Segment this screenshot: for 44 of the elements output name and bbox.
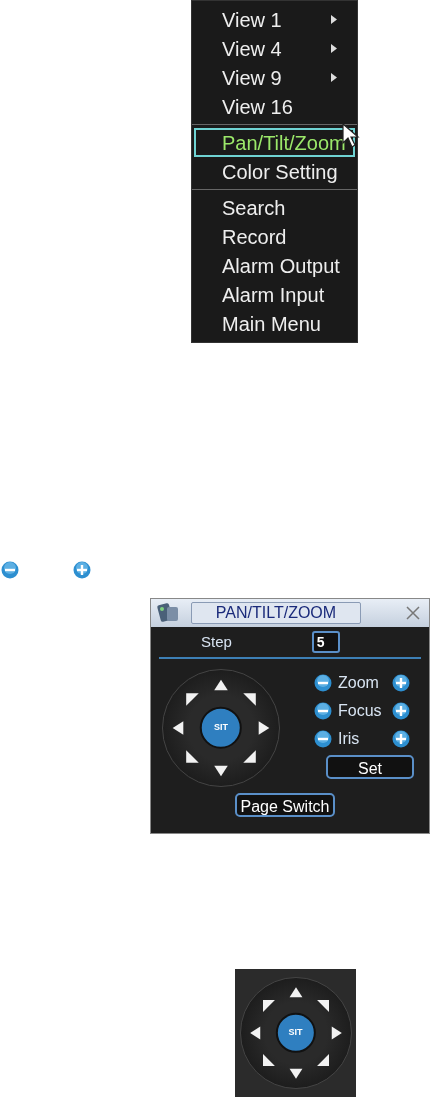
menu-item[interactable]: Color Setting <box>194 157 355 186</box>
diagonal-arrow-icon[interactable] <box>186 693 199 706</box>
right-arrow-icon[interactable] <box>258 721 270 735</box>
minus-icon[interactable] <box>314 730 332 748</box>
diagonal-arrow-icon[interactable] <box>316 1054 329 1066</box>
up-arrow-icon[interactable] <box>289 987 302 998</box>
diagonal-arrow-icon[interactable] <box>186 750 199 763</box>
menu-item[interactable]: Search <box>194 193 355 222</box>
plus-icon[interactable] <box>392 674 410 692</box>
minus-icon[interactable] <box>314 674 332 692</box>
diagonal-arrow-icon[interactable] <box>316 1000 329 1012</box>
step-label: Step <box>201 631 232 652</box>
plus-icon[interactable] <box>392 702 410 720</box>
menu-item[interactable]: Main Menu <box>194 309 355 338</box>
menu-item[interactable]: Record <box>194 222 355 251</box>
menu-item[interactable]: Pan/Tilt/Zoom <box>194 128 355 157</box>
center-button[interactable]: SIT <box>199 706 243 750</box>
adjustment-label: Focus <box>337 701 383 721</box>
step-field[interactable]: 5 <box>311 631 340 653</box>
menu-item[interactable]: Alarm Output <box>194 251 355 280</box>
minus-icon[interactable] <box>314 702 332 720</box>
adjustment-label: Iris <box>337 729 361 749</box>
right-arrow-icon[interactable] <box>331 1026 342 1040</box>
menu-item[interactable]: View 1 <box>194 5 355 34</box>
center-button[interactable]: SIT <box>275 1012 316 1054</box>
menu-item[interactable]: View 16 <box>194 92 355 121</box>
menu-item[interactable]: View 4 <box>194 34 355 63</box>
close-icon[interactable] <box>405 605 421 621</box>
menu-item[interactable]: View 9 <box>194 63 355 92</box>
left-arrow-icon[interactable] <box>249 1026 260 1040</box>
diagonal-arrow-icon[interactable] <box>243 750 256 763</box>
set-button[interactable]: Set <box>326 755 414 779</box>
dialog-title: PAN/TILT/ZOOM <box>191 602 361 624</box>
left-arrow-icon[interactable] <box>172 721 184 735</box>
down-arrow-icon[interactable] <box>289 1068 302 1079</box>
diagonal-arrow-icon[interactable] <box>262 1000 275 1012</box>
page-switch-button[interactable]: Page Switch <box>234 793 336 817</box>
diagonal-arrow-icon[interactable] <box>243 693 256 706</box>
menu-item[interactable]: Alarm Input <box>194 280 355 309</box>
plus-icon[interactable] <box>392 730 410 748</box>
down-arrow-icon[interactable] <box>214 765 228 777</box>
diagonal-arrow-icon[interactable] <box>262 1054 275 1066</box>
up-arrow-icon[interactable] <box>214 679 228 691</box>
adjustment-label: Zoom <box>337 673 380 693</box>
